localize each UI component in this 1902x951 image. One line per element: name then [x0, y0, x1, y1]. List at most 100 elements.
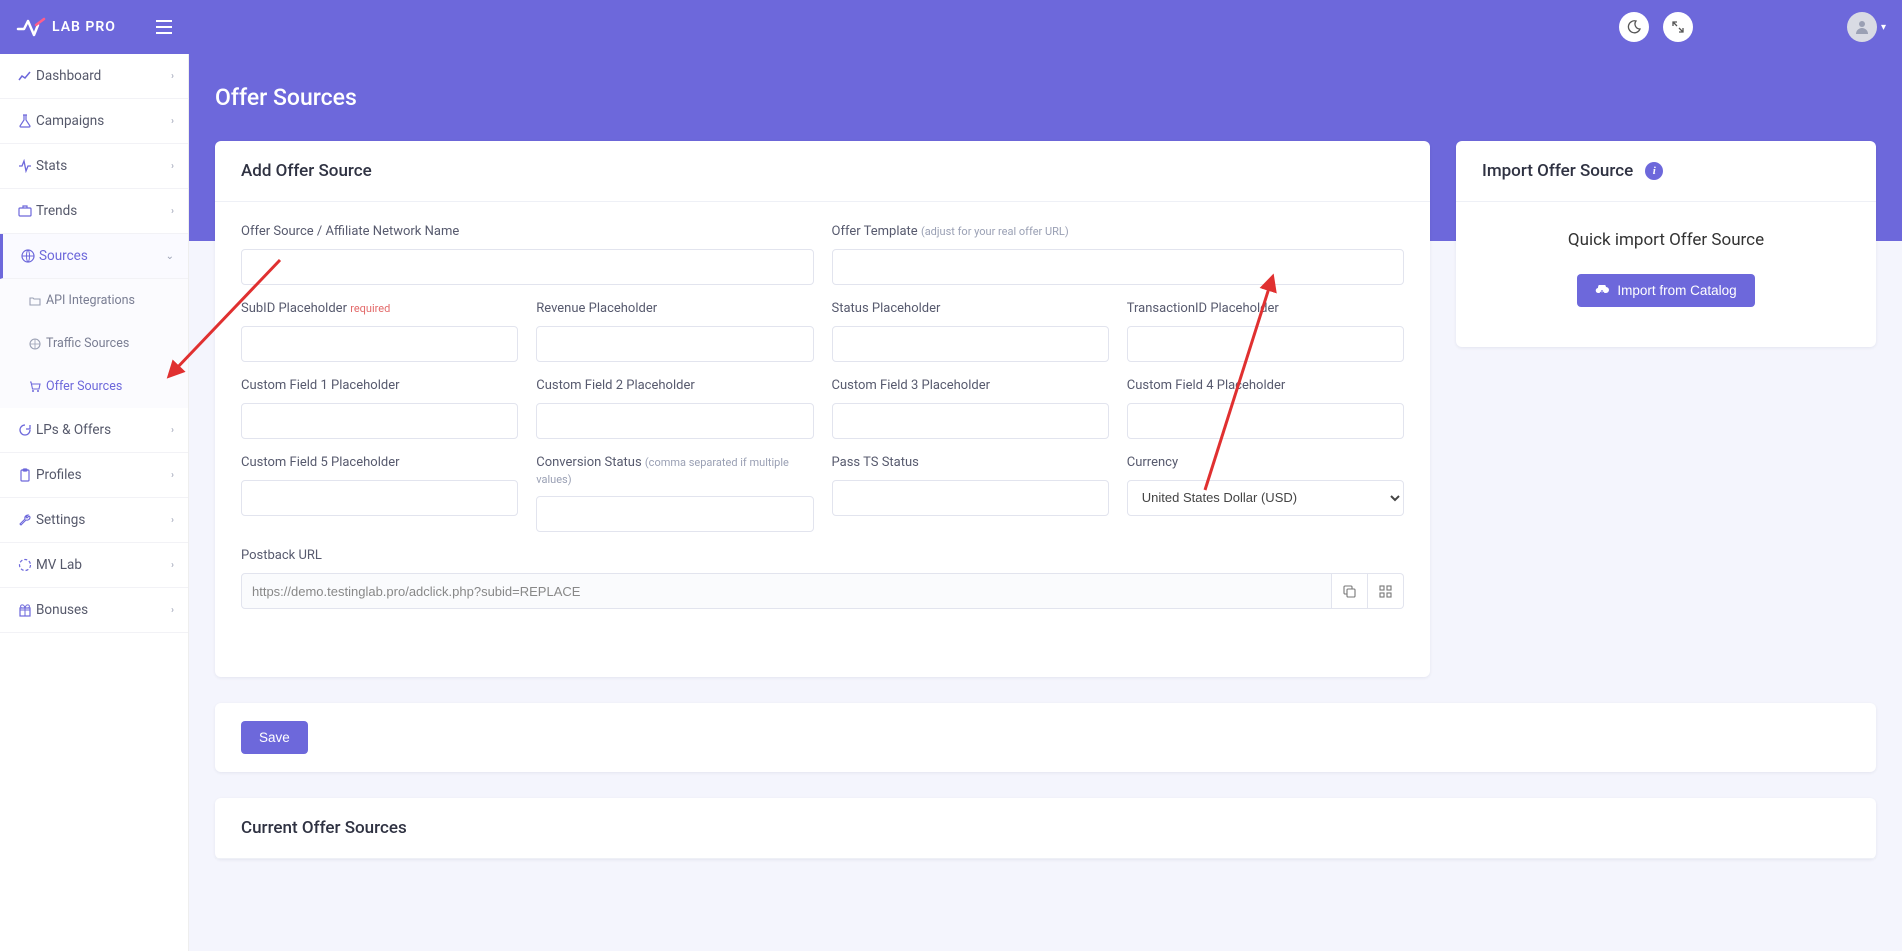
- name-label: Offer Source / Affiliate Network Name: [241, 224, 814, 241]
- import-subtitle: Quick import Offer Source: [1482, 230, 1850, 250]
- refresh-icon: [14, 423, 36, 437]
- c2-input[interactable]: [536, 403, 813, 439]
- qr-button[interactable]: [1368, 573, 1404, 609]
- sidebar-sub-traffic-sources[interactable]: Traffic Sources: [0, 322, 188, 365]
- page-title: Offer Sources: [215, 84, 1876, 111]
- logo: LAB PRO: [16, 15, 116, 39]
- flask-icon: [14, 114, 36, 128]
- sidebar: Dashboard › Campaigns › Stats › Trends ›…: [0, 54, 189, 951]
- sidebar-item-sources[interactable]: Sources ⌄: [0, 234, 188, 279]
- sidebar-item-campaigns[interactable]: Campaigns ›: [0, 99, 188, 144]
- sidebar-item-settings[interactable]: Settings ›: [0, 498, 188, 543]
- sidebar-item-label: Traffic Sources: [46, 336, 174, 351]
- sidebar-item-label: LPs & Offers: [36, 422, 171, 438]
- sidebar-item-label: Profiles: [36, 467, 171, 483]
- c3-input[interactable]: [832, 403, 1109, 439]
- sidebar-item-dashboard[interactable]: Dashboard ›: [0, 54, 188, 99]
- chevron-right-icon: ›: [171, 470, 174, 481]
- topbar: LAB PRO ▾: [0, 0, 1902, 54]
- sidebar-item-mvlab[interactable]: MV Lab ›: [0, 543, 188, 588]
- sidebar-item-label: Stats: [36, 158, 171, 174]
- expand-icon: [1672, 21, 1684, 33]
- sidebar-item-bonuses[interactable]: Bonuses ›: [0, 588, 188, 633]
- pass-ts-label: Pass TS Status: [832, 455, 1109, 472]
- sidebar-item-stats[interactable]: Stats ›: [0, 144, 188, 189]
- template-input[interactable]: [832, 249, 1405, 285]
- sidebar-item-label: API Integrations: [46, 293, 174, 308]
- revenue-input[interactable]: [536, 326, 813, 362]
- user-menu[interactable]: ▾: [1847, 12, 1886, 42]
- sidebar-item-label: Bonuses: [36, 602, 171, 618]
- import-offer-source-card: Import Offer Source i Quick import Offer…: [1456, 141, 1876, 347]
- c1-input[interactable]: [241, 403, 518, 439]
- cloud-download-icon: [1595, 285, 1609, 297]
- cart-icon: [24, 381, 46, 393]
- conv-status-label: Conversion Status (comma separated if mu…: [536, 455, 813, 489]
- moon-icon: [1627, 20, 1641, 34]
- c4-label: Custom Field 4 Placeholder: [1127, 378, 1404, 395]
- chevron-right-icon: ›: [171, 161, 174, 172]
- conv-status-input[interactable]: [536, 496, 813, 532]
- currency-select[interactable]: United States Dollar (USD): [1127, 480, 1404, 516]
- sidebar-item-label: Settings: [36, 512, 171, 528]
- c4-input[interactable]: [1127, 403, 1404, 439]
- sidebar-item-label: Offer Sources: [46, 379, 174, 394]
- copy-button[interactable]: [1332, 573, 1368, 609]
- revenue-label: Revenue Placeholder: [536, 301, 813, 318]
- current-heading: Current Offer Sources: [215, 798, 1876, 859]
- save-button[interactable]: Save: [241, 721, 308, 754]
- currency-label: Currency: [1127, 455, 1404, 472]
- sidebar-item-label: Dashboard: [36, 68, 171, 84]
- sidebar-item-trends[interactable]: Trends ›: [0, 189, 188, 234]
- txid-input[interactable]: [1127, 326, 1404, 362]
- circle-dash-icon: [14, 558, 36, 572]
- sidebar-sub-api-integrations[interactable]: API Integrations: [0, 279, 188, 322]
- save-card: Save: [215, 703, 1876, 772]
- chevron-down-icon: ▾: [1881, 22, 1886, 33]
- c5-input[interactable]: [241, 480, 518, 516]
- avatar-icon: [1847, 12, 1877, 42]
- chevron-right-icon: ›: [171, 425, 174, 436]
- sidebar-item-label: Trends: [36, 203, 171, 219]
- sidebar-item-label: MV Lab: [36, 557, 171, 573]
- sidebar-item-lps-offers[interactable]: LPs & Offers ›: [0, 408, 188, 453]
- copy-icon: [1343, 585, 1356, 598]
- dark-mode-toggle[interactable]: [1619, 12, 1649, 42]
- clipboard-icon: [14, 468, 36, 482]
- wrench-icon: [14, 513, 36, 527]
- fullscreen-toggle[interactable]: [1663, 12, 1693, 42]
- subid-input[interactable]: [241, 326, 518, 362]
- sidebar-sub-offer-sources[interactable]: Offer Sources: [0, 365, 188, 408]
- sidebar-toggle[interactable]: [156, 20, 172, 34]
- c1-label: Custom Field 1 Placeholder: [241, 378, 518, 395]
- qr-icon: [1379, 585, 1392, 598]
- status-input[interactable]: [832, 326, 1109, 362]
- status-label: Status Placeholder: [832, 301, 1109, 318]
- sidebar-submenu-sources: API Integrations Traffic Sources Offer S…: [0, 279, 188, 408]
- chevron-right-icon: ›: [171, 560, 174, 571]
- logo-icon: [16, 15, 48, 39]
- logo-text: LAB PRO: [52, 19, 116, 35]
- add-offer-source-card: Add Offer Source Offer Source / Affiliat…: [215, 141, 1430, 677]
- chart-line-icon: [14, 69, 36, 83]
- folder-icon: [24, 295, 46, 307]
- sidebar-item-label: Campaigns: [36, 113, 171, 129]
- card-heading: Add Offer Source: [215, 141, 1430, 202]
- info-icon[interactable]: i: [1645, 162, 1663, 180]
- name-input[interactable]: [241, 249, 814, 285]
- c5-label: Custom Field 5 Placeholder: [241, 455, 518, 472]
- briefcase-icon: [14, 204, 36, 218]
- import-heading: Import Offer Source i: [1456, 141, 1876, 202]
- globe-small-icon: [24, 338, 46, 350]
- c3-label: Custom Field 3 Placeholder: [832, 378, 1109, 395]
- chevron-down-icon: ⌄: [166, 251, 174, 262]
- chevron-right-icon: ›: [171, 515, 174, 526]
- c2-label: Custom Field 2 Placeholder: [536, 378, 813, 395]
- sidebar-item-profiles[interactable]: Profiles ›: [0, 453, 188, 498]
- template-label: Offer Template (adjust for your real off…: [832, 224, 1405, 241]
- chevron-right-icon: ›: [171, 605, 174, 616]
- gift-icon: [14, 603, 36, 617]
- postback-input[interactable]: [241, 573, 1332, 609]
- import-catalog-button[interactable]: Import from Catalog: [1577, 274, 1754, 307]
- pass-ts-input[interactable]: [832, 480, 1109, 516]
